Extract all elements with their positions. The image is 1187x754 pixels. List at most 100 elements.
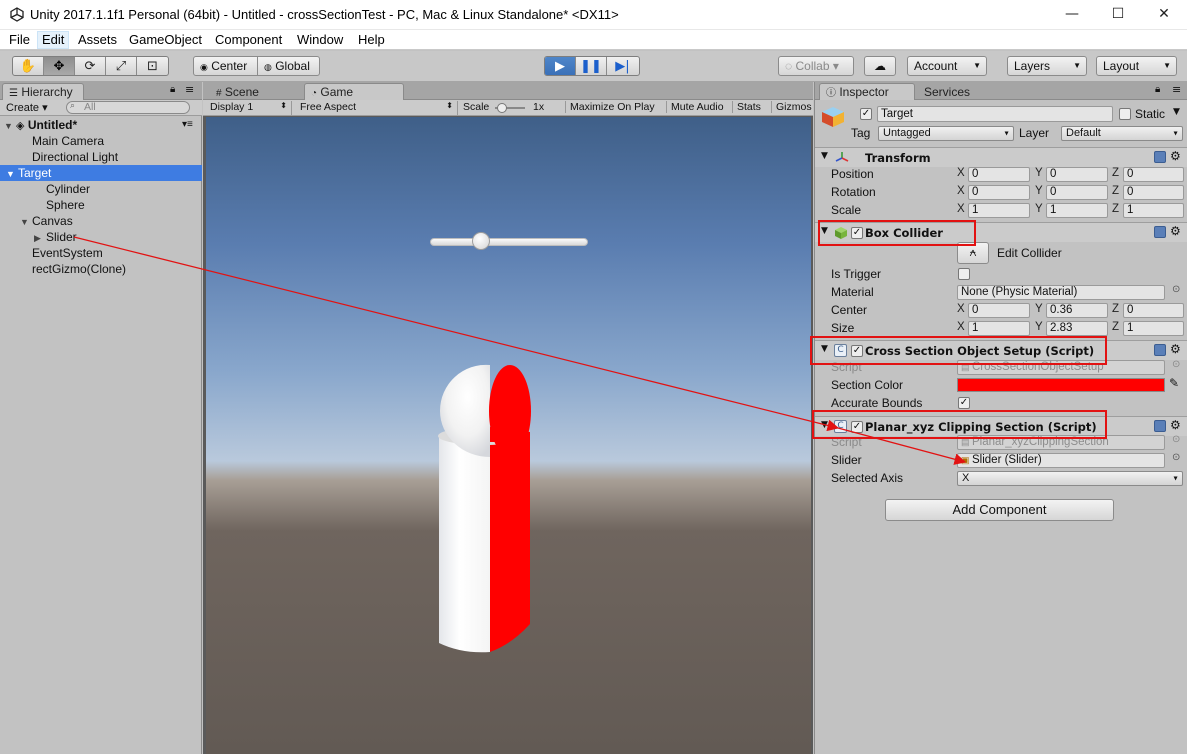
position-x-input[interactable]: 0	[968, 167, 1030, 182]
hierarchy-item-target[interactable]: ▼ Target	[0, 165, 202, 181]
position-y-input[interactable]: 0	[1046, 167, 1108, 182]
scene-menu-icon[interactable]: ▾≡	[182, 117, 193, 133]
menu-gameobject[interactable]: GameObject	[125, 31, 206, 49]
mute-audio-toggle[interactable]: Mute Audio	[666, 101, 724, 113]
minimize-button[interactable]: —	[1049, 0, 1095, 30]
rect-tool-button[interactable]: ⊡	[137, 57, 168, 75]
scale-x-input[interactable]: 1	[968, 203, 1030, 218]
slider-reference-field[interactable]: ▣ Slider (Slider)	[957, 453, 1165, 468]
object-picker-icon[interactable]: ⊙	[1172, 284, 1180, 295]
maximize-on-play-toggle[interactable]: Maximize On Play	[565, 101, 655, 113]
position-z-input[interactable]: 0	[1123, 167, 1184, 182]
help-book-icon[interactable]	[1154, 226, 1166, 238]
hierarchy-search-input[interactable]: ⌕ All	[66, 101, 190, 114]
pivot-center-button[interactable]: ◉ Center	[193, 56, 258, 76]
menu-component[interactable]: Component	[211, 31, 286, 49]
gear-icon[interactable]: ⚙	[1170, 149, 1181, 163]
material-field[interactable]: None (Physic Material)	[957, 285, 1165, 300]
stats-toggle[interactable]: Stats	[732, 101, 761, 113]
eyedropper-icon[interactable]: ✎	[1169, 376, 1179, 390]
maximize-button[interactable]: ☐	[1095, 0, 1141, 30]
hand-tool-button[interactable]: ✋	[13, 57, 44, 75]
hierarchy-item-main-camera[interactable]: Main Camera	[32, 133, 104, 149]
foldout-arrow-icon[interactable]: ▼	[821, 151, 828, 161]
size-y-input[interactable]: 2.83	[1046, 321, 1108, 336]
static-checkbox[interactable]	[1119, 108, 1131, 120]
scale-slider-handle[interactable]	[497, 103, 507, 113]
selected-axis-dropdown[interactable]: X	[957, 471, 1183, 486]
move-tool-button[interactable]: ✥	[44, 57, 75, 75]
hierarchy-item-sphere[interactable]: Sphere	[46, 197, 85, 213]
hierarchy-item-rectgizmo[interactable]: rectGizmo(Clone)	[32, 261, 126, 277]
layer-dropdown[interactable]: Default	[1061, 126, 1183, 141]
menu-file[interactable]: File	[5, 31, 34, 49]
rotation-x-input[interactable]: 0	[968, 185, 1030, 200]
create-dropdown[interactable]: Create ▾	[6, 101, 48, 114]
active-checkbox[interactable]: ✓	[860, 108, 872, 120]
help-book-icon[interactable]	[1154, 344, 1166, 356]
menu-assets[interactable]: Assets	[74, 31, 121, 49]
tab-hierarchy[interactable]: ☰ Hierarchy	[2, 83, 84, 100]
account-dropdown[interactable]: Account ▼	[907, 56, 987, 76]
game-viewport[interactable]	[206, 117, 811, 754]
center-z-input[interactable]: 0	[1123, 303, 1184, 318]
panel-menu-icon[interactable]: ≡	[1172, 83, 1181, 96]
lock-icon[interactable]: 🔒︎	[1155, 84, 1160, 95]
section-color-swatch[interactable]	[957, 378, 1165, 392]
target-object[interactable]	[432, 362, 534, 657]
center-x-input[interactable]: 0	[968, 303, 1030, 318]
menu-edit[interactable]: Edit	[37, 31, 70, 49]
layers-dropdown[interactable]: Layers ▼	[1007, 56, 1087, 76]
static-dropdown-arrow-icon[interactable]: ▼	[1173, 107, 1180, 117]
step-button[interactable]: ▶|	[607, 57, 638, 75]
object-picker-icon[interactable]: ⊙	[1172, 452, 1180, 463]
rotation-y-input[interactable]: 0	[1046, 185, 1108, 200]
pivot-global-button[interactable]: ◍ Global	[257, 56, 320, 76]
collab-button[interactable]: ◌ Collab ▾	[778, 56, 854, 76]
hierarchy-item-directional-light[interactable]: Directional Light	[32, 149, 118, 165]
help-book-icon[interactable]	[1154, 420, 1166, 432]
hierarchy-item-eventsystem[interactable]: EventSystem	[32, 245, 103, 261]
object-name-input[interactable]: Target	[877, 106, 1113, 122]
size-x-input[interactable]: 1	[968, 321, 1030, 336]
scene-row[interactable]: ▼ ◈ Untitled* ▾≡	[0, 117, 202, 133]
is-trigger-checkbox[interactable]	[958, 268, 970, 280]
gear-icon[interactable]: ⚙	[1170, 342, 1181, 356]
accurate-bounds-checkbox[interactable]: ✓	[958, 397, 970, 409]
gizmos-dropdown[interactable]: Gizmos	[771, 101, 812, 113]
size-z-input[interactable]: 1	[1123, 321, 1184, 336]
center-y-input[interactable]: 0.36	[1046, 303, 1108, 318]
gear-icon[interactable]: ⚙	[1170, 418, 1181, 432]
tab-inspector[interactable]: ⓘ Inspector	[819, 83, 915, 100]
tab-services[interactable]: Services	[917, 83, 987, 100]
rotation-z-input[interactable]: 0	[1123, 185, 1184, 200]
help-book-icon[interactable]	[1154, 151, 1166, 163]
tab-scene[interactable]: # Scene	[209, 83, 295, 100]
aspect-dropdown[interactable]: Free Aspect ⬍	[300, 101, 458, 115]
hierarchy-item-cylinder[interactable]: Cylinder	[46, 181, 90, 197]
rotate-tool-button[interactable]: ⟳	[75, 57, 106, 75]
gear-icon[interactable]: ⚙	[1170, 224, 1181, 238]
layout-dropdown[interactable]: Layout ▼	[1096, 56, 1177, 76]
lock-icon[interactable]: 🔒︎	[170, 84, 175, 95]
scale-y-input[interactable]: 1	[1046, 203, 1108, 218]
tab-game[interactable]: ◔ Game	[304, 83, 404, 100]
panel-menu-icon[interactable]: ≡	[185, 83, 194, 96]
hierarchy-item-canvas[interactable]: ▼ Canvas	[20, 213, 73, 229]
game-slider-handle[interactable]	[472, 232, 490, 250]
menu-help[interactable]: Help	[354, 31, 389, 49]
tag-dropdown[interactable]: Untagged	[878, 126, 1014, 141]
scale-z-input[interactable]: 1	[1123, 203, 1184, 218]
menu-window[interactable]: Window	[293, 31, 347, 49]
game-slider-track[interactable]	[430, 238, 588, 246]
scale-tool-button[interactable]: ⤢	[106, 57, 137, 75]
hierarchy-item-slider[interactable]: ▶ Slider	[34, 229, 77, 245]
tag-label: Tag	[851, 126, 871, 140]
close-button[interactable]: ✕	[1141, 0, 1187, 30]
transform-header[interactable]: ▼ Transform ⚙	[815, 147, 1187, 167]
add-component-button[interactable]: Add Component	[885, 499, 1114, 521]
display-dropdown[interactable]: Display 1 ⬍	[210, 101, 292, 115]
play-button[interactable]: ▶	[545, 57, 576, 75]
cloud-button[interactable]: ☁	[864, 56, 896, 76]
pause-button[interactable]: ❚❚	[576, 57, 607, 75]
